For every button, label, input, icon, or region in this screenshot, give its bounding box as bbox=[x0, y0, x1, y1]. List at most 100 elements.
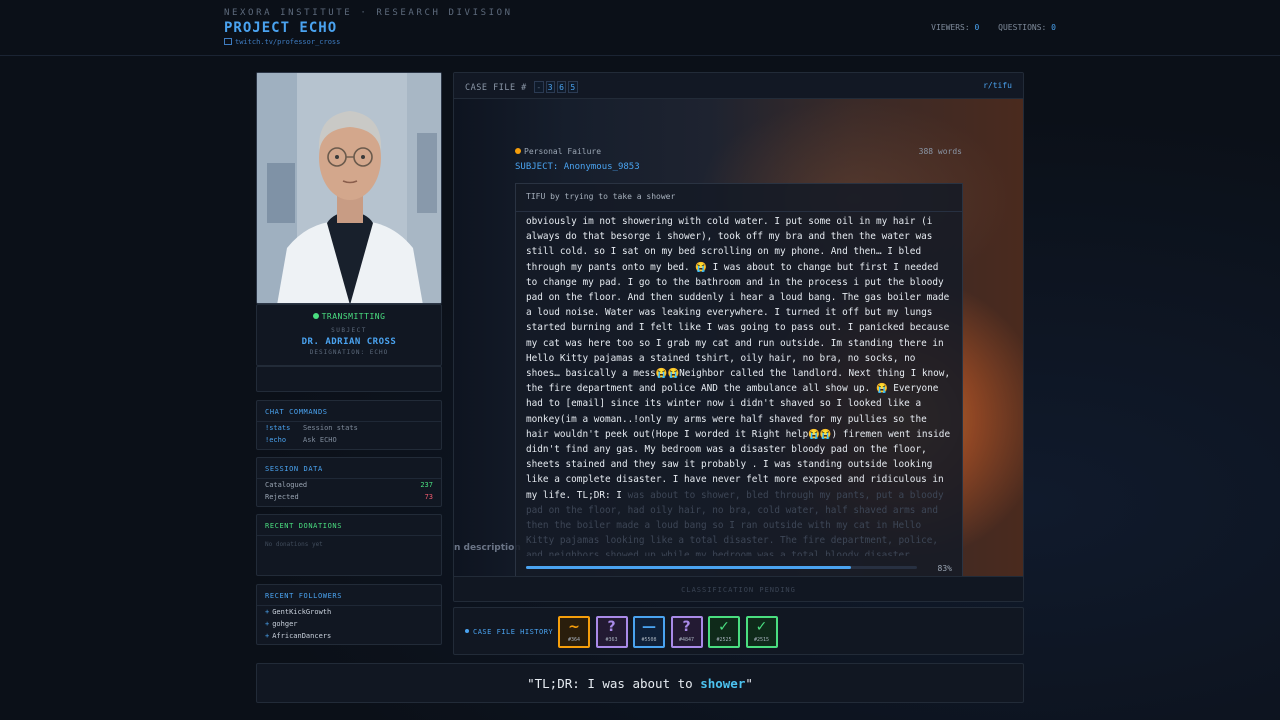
case-file-header: CASE FILE # -365 r/tifu bbox=[454, 73, 1023, 99]
history-tile[interactable]: ? #363 bbox=[595, 616, 628, 648]
session-data-title: SESSION DATA bbox=[257, 458, 441, 479]
word-count: 388 words bbox=[918, 147, 962, 156]
history-tile[interactable]: ? #4847 bbox=[670, 616, 703, 648]
history-tile-icon: ~ bbox=[568, 619, 580, 635]
history-tile-icon: ? bbox=[607, 619, 616, 635]
reading-progress-fill bbox=[526, 566, 851, 569]
follower-name: gohger bbox=[272, 620, 298, 628]
command-row: !stats Session stats bbox=[257, 422, 441, 434]
top-header: NEXORA INSTITUTE · RESEARCH DIVISION PRO… bbox=[0, 0, 1280, 56]
category-tag: Personal Failure bbox=[515, 147, 601, 156]
history-tile-icon: ✓ bbox=[718, 619, 730, 635]
follower-item: + AfricanDancers bbox=[257, 630, 441, 642]
viewers-count: 0 bbox=[974, 23, 980, 32]
case-history-panel: CASE FILE HISTORY ~ #364? #363 — #5508? #4847… bbox=[453, 607, 1024, 655]
stat-row: Rejected 73 bbox=[257, 491, 441, 503]
story-text: obviously im not showering with cold wat… bbox=[526, 216, 951, 501]
command-desc: Ask ECHO bbox=[303, 436, 337, 444]
subject-designation: DESIGNATION: ECHO bbox=[309, 349, 389, 356]
case-subject: SUBJECT: Anonymous_9853 bbox=[515, 162, 640, 172]
plus-icon: + bbox=[265, 608, 270, 616]
subreddit-link[interactable]: r/tifu bbox=[983, 81, 1012, 90]
history-label: CASE FILE HISTORY bbox=[465, 628, 553, 636]
history-tile[interactable]: ~ #364 bbox=[558, 616, 590, 648]
history-tile-id: #2515 bbox=[753, 637, 770, 643]
case-digit: 6 bbox=[557, 81, 567, 93]
case-digit: - bbox=[534, 81, 544, 93]
history-tile-id: #363 bbox=[605, 637, 618, 643]
live-dot-icon bbox=[312, 313, 319, 319]
subject-card: TRANSMITTING SUBJECT DR. ADRIAN CROSS DE… bbox=[256, 304, 442, 366]
followers-panel: RECENT FOLLOWERS + GentKickGrowth + gohger… bbox=[256, 584, 442, 645]
session-data-panel: SESSION DATA Catalogued 237 Rejected 73 bbox=[256, 457, 442, 507]
reading-progress-label: 83% bbox=[937, 564, 952, 573]
donations-empty: No donations yet bbox=[265, 541, 323, 548]
subject-footer bbox=[256, 366, 442, 392]
quote-banner: "TL;DR: I was about to shower" bbox=[256, 663, 1024, 703]
project-title: PROJECT ECHO bbox=[224, 20, 338, 36]
subject-name: DR. ADRIAN CROSS bbox=[301, 337, 397, 347]
subject-portrait bbox=[256, 72, 442, 304]
follower-item: + gohger bbox=[257, 618, 441, 630]
donations-title: RECENT DONATIONS bbox=[257, 515, 441, 536]
case-file-panel: CASE FILE # -365 r/tifu n description Pe… bbox=[453, 72, 1024, 602]
history-tile-icon: ✓ bbox=[755, 619, 768, 635]
status-text: TRANSMITTING bbox=[321, 312, 386, 321]
history-tile[interactable]: ✓ #2515 bbox=[745, 616, 778, 648]
history-tile[interactable]: ✓ #2525 bbox=[708, 616, 740, 648]
plus-icon: + bbox=[265, 632, 270, 640]
stat-row: Catalogued 237 bbox=[257, 479, 441, 491]
questions-label: QUESTIONS: bbox=[998, 23, 1047, 32]
plus-icon: + bbox=[265, 620, 270, 628]
history-tile-id: #2525 bbox=[716, 637, 732, 643]
quote-suffix: " bbox=[745, 676, 753, 691]
history-tile-icon: — bbox=[642, 619, 656, 635]
questions-count: 0 bbox=[1051, 23, 1056, 32]
reading-progress-bar bbox=[526, 566, 917, 569]
channel-link-label: twitch.tv/professor_cross bbox=[235, 38, 341, 46]
quote-prefix: "TL;DR: I was about to bbox=[527, 676, 701, 691]
channel-link[interactable]: twitch.tv/professor_cross bbox=[224, 38, 340, 46]
donations-panel: RECENT DONATIONS No donations yet bbox=[256, 514, 442, 576]
followers-title: RECENT FOLLOWERS bbox=[257, 585, 441, 606]
command-row: !echo Ask ECHO bbox=[257, 434, 441, 446]
follower-item: + GentKickGrowth bbox=[257, 606, 441, 618]
command-desc: Session stats bbox=[303, 424, 358, 432]
header-stats: VIEWERS: 0 QUESTIONS: 0 bbox=[931, 23, 1056, 32]
viewers-label: VIEWERS: bbox=[931, 23, 970, 32]
quote-highlight: shower bbox=[700, 676, 746, 691]
scene-caption: n description bbox=[454, 543, 521, 553]
history-tile-id: #4847 bbox=[678, 637, 695, 643]
follower-name: GentKickGrowth bbox=[272, 608, 332, 616]
story-title: TIFU by trying to take a shower bbox=[516, 184, 962, 212]
stat-label: Rejected bbox=[265, 493, 299, 501]
history-tile-icon: ? bbox=[682, 619, 691, 635]
scene-background: n description Personal Failure 388 words… bbox=[454, 99, 1023, 576]
stat-label: Catalogued bbox=[265, 481, 308, 489]
case-digit: 5 bbox=[568, 81, 578, 93]
case-file-title: CASE FILE # bbox=[465, 83, 527, 93]
subject-label: SUBJECT bbox=[331, 327, 367, 334]
story-card: TIFU by trying to take a shower obviousl… bbox=[515, 183, 963, 576]
history-tile[interactable]: — #5508 bbox=[633, 616, 665, 648]
command-name: !stats bbox=[265, 424, 291, 432]
history-dot-icon bbox=[465, 629, 469, 633]
catalogued-count: 237 bbox=[420, 481, 433, 489]
classification-status: CLASSIFICATION PENDING bbox=[454, 576, 1023, 601]
org-title: NEXORA INSTITUTE · RESEARCH DIVISION bbox=[224, 8, 513, 18]
history-tile-id: #364 bbox=[567, 637, 581, 643]
rejected-count: 73 bbox=[424, 493, 433, 501]
category-label: Personal Failure bbox=[524, 147, 602, 156]
chat-commands-panel: CHAT COMMANDS !stats Session stats !echo A… bbox=[256, 400, 442, 450]
category-dot-icon bbox=[515, 148, 521, 154]
story-body[interactable]: obviously im not showering with cold wat… bbox=[516, 212, 962, 556]
case-file-label: CASE FILE # -365 bbox=[465, 81, 578, 93]
twitch-icon bbox=[224, 38, 232, 45]
case-digit: 3 bbox=[545, 81, 556, 93]
history-title: CASE FILE HISTORY bbox=[473, 628, 554, 636]
chat-commands-title: CHAT COMMANDS bbox=[257, 401, 441, 422]
transmit-status: TRANSMITTING bbox=[257, 312, 441, 321]
command-name: !echo bbox=[265, 436, 287, 444]
history-tile-id: #5508 bbox=[641, 637, 657, 643]
follower-name: AfricanDancers bbox=[272, 632, 332, 640]
